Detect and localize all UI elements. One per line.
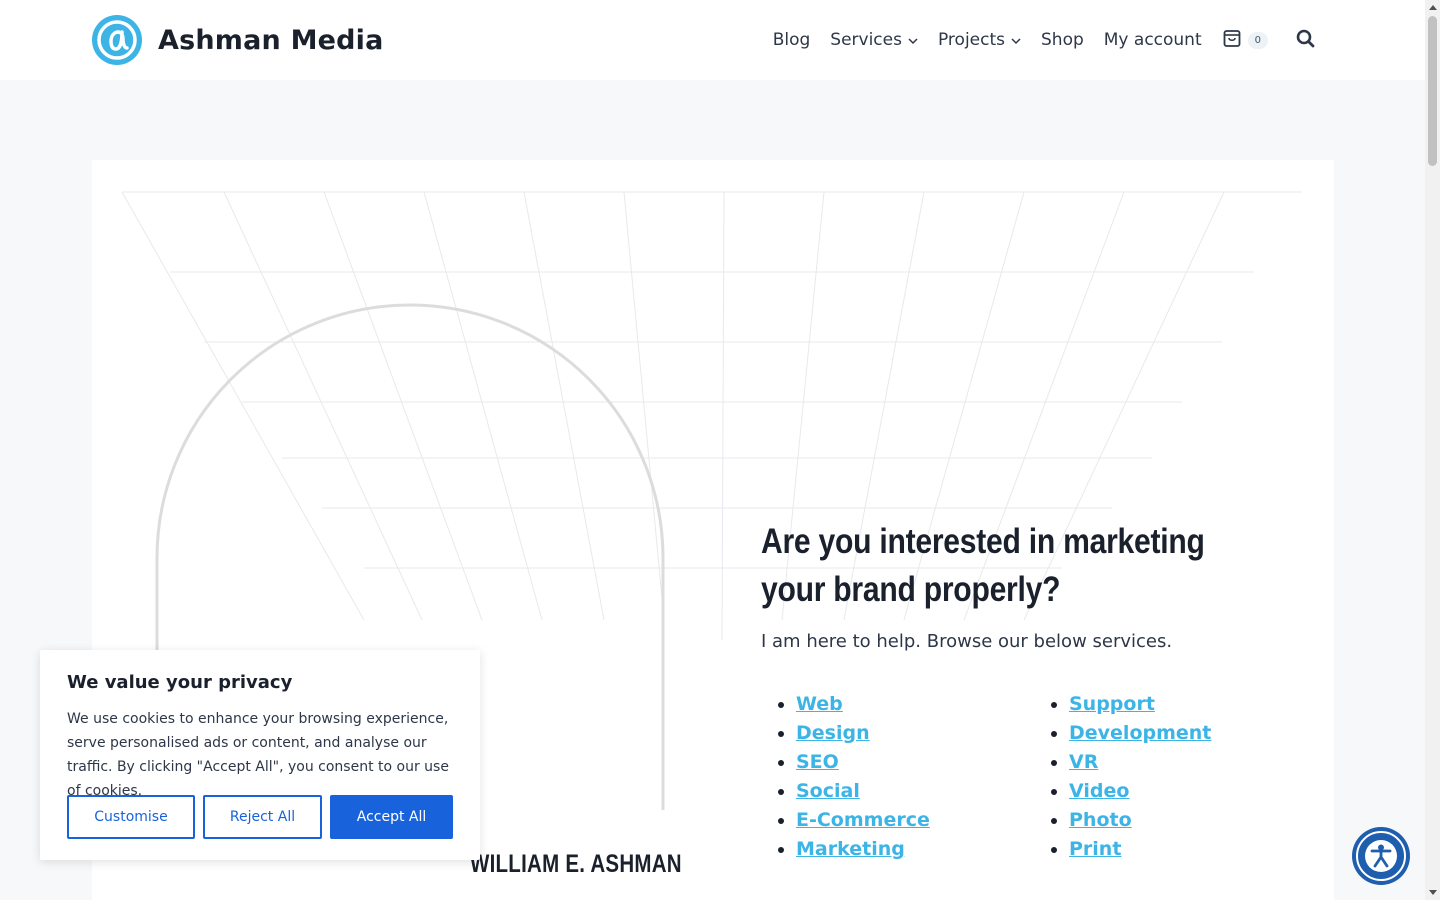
nav-projects-label: Projects <box>937 30 1005 50</box>
scroll-up-arrow-icon[interactable] <box>1425 0 1440 15</box>
site-name: Ashman Media <box>158 24 384 56</box>
customise-button[interactable]: Customise <box>67 795 195 839</box>
list-item: Development <box>1034 719 1211 748</box>
nav-shop[interactable]: Shop <box>1041 30 1084 50</box>
list-item: Support <box>1034 690 1211 719</box>
accessibility-icon <box>1356 831 1406 881</box>
nav-services[interactable]: Services <box>830 30 918 50</box>
list-item: SEO <box>761 748 930 777</box>
cart-count-badge: 0 <box>1247 31 1268 49</box>
nav-projects[interactable]: Projects <box>938 30 1021 50</box>
main-nav: Blog Services Projects Shop My account 0 <box>753 0 1315 80</box>
search-button[interactable] <box>1296 29 1315 52</box>
shopping-bag-icon <box>1222 28 1242 52</box>
list-item: Print <box>1034 835 1211 864</box>
list-item: Video <box>1034 777 1211 806</box>
list-item: Social <box>761 777 930 806</box>
scrollbar-thumb[interactable] <box>1428 16 1437 166</box>
nav-my-account[interactable]: My account <box>1104 30 1202 50</box>
cart-button[interactable]: 0 <box>1222 28 1268 52</box>
scroll-down-arrow-icon[interactable] <box>1425 885 1440 900</box>
cookie-consent-banner: We value your privacy We use cookies to … <box>40 650 480 860</box>
page-scrollbar[interactable] <box>1425 0 1440 900</box>
nav-account-label: My account <box>1103 30 1202 50</box>
accessibility-widget-button[interactable] <box>1352 827 1410 885</box>
list-item: Marketing <box>761 835 930 864</box>
service-link-photo[interactable]: Photo <box>1069 809 1132 831</box>
service-link-web[interactable]: Web <box>796 693 843 715</box>
service-link-marketing[interactable]: Marketing <box>796 838 905 860</box>
service-link-support[interactable]: Support <box>1069 693 1155 715</box>
nav-shop-label: Shop <box>1041 30 1084 50</box>
list-item: Photo <box>1034 806 1211 835</box>
service-link-design[interactable]: Design <box>796 722 870 744</box>
list-item: Web <box>761 690 930 719</box>
services-list-left: Web Design SEO Social E-Commerce Marketi… <box>761 690 930 864</box>
hero-headline: Are you interested in marketing your bra… <box>761 522 1205 609</box>
list-item: E-Commerce <box>761 806 930 835</box>
nav-services-label: Services <box>830 30 902 50</box>
service-link-print[interactable]: Print <box>1069 838 1121 860</box>
search-icon <box>1296 29 1315 52</box>
chevron-down-icon <box>908 30 918 50</box>
service-link-ecommerce[interactable]: E-Commerce <box>796 809 930 831</box>
service-link-social[interactable]: Social <box>796 780 860 802</box>
nav-blog-label: Blog <box>772 30 811 50</box>
person-name-heading: WILLIAM E. ASHMAN <box>470 850 682 878</box>
hero-subhead: I am here to help. Browse our below serv… <box>761 631 1173 652</box>
at-sign-logo-icon <box>92 15 142 65</box>
site-header: Ashman Media Blog Services Projects Shop… <box>0 0 1425 80</box>
chevron-down-icon <box>1011 30 1021 50</box>
service-link-video[interactable]: Video <box>1069 780 1129 802</box>
list-item: VR <box>1034 748 1211 777</box>
services-list-right: Support Development VR Video Photo Print <box>1034 690 1211 864</box>
service-link-seo[interactable]: SEO <box>796 751 839 773</box>
site-logo-link[interactable]: Ashman Media <box>92 15 384 65</box>
nav-blog[interactable]: Blog <box>773 30 811 50</box>
service-link-vr[interactable]: VR <box>1069 751 1098 773</box>
cookie-banner-title: We value your privacy <box>67 672 293 693</box>
accept-all-button[interactable]: Accept All <box>330 795 453 839</box>
reject-all-button[interactable]: Reject All <box>203 795 322 839</box>
cookie-banner-text: We use cookies to enhance your browsing … <box>67 711 449 799</box>
list-item: Design <box>761 719 930 748</box>
service-link-development[interactable]: Development <box>1069 722 1211 744</box>
